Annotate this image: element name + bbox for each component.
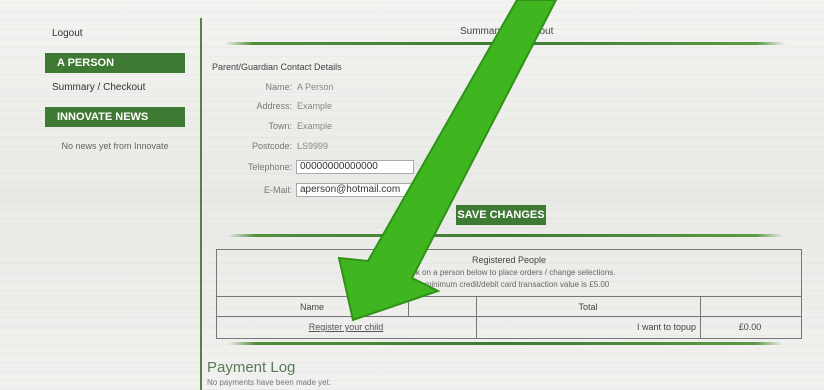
annotation-arrow-icon <box>337 0 558 322</box>
